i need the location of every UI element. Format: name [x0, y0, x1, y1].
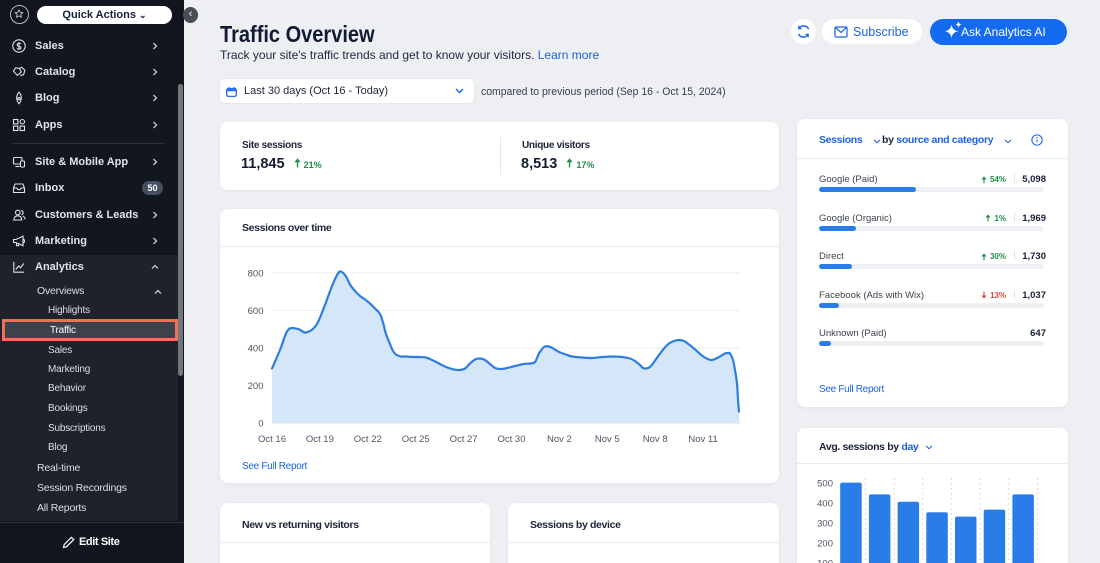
svg-text:Nov 5: Nov 5	[595, 434, 620, 445]
svg-text:400: 400	[248, 344, 264, 355]
svg-text:Oct 30: Oct 30	[498, 434, 526, 445]
svg-text:Nov 8: Nov 8	[643, 434, 668, 445]
svg-text:300: 300	[817, 519, 833, 530]
svg-text:600: 600	[248, 306, 264, 317]
svg-text:Oct 19: Oct 19	[306, 434, 334, 445]
svg-text:Oct 22: Oct 22	[354, 434, 382, 445]
svg-text:0: 0	[258, 419, 263, 430]
svg-text:Oct 16: Oct 16	[258, 434, 286, 445]
svg-text:Oct 25: Oct 25	[402, 434, 430, 445]
svg-text:Nov 2: Nov 2	[547, 434, 572, 445]
svg-text:100: 100	[817, 559, 833, 563]
svg-text:500: 500	[817, 479, 833, 490]
svg-text:800: 800	[248, 269, 264, 280]
svg-text:200: 200	[248, 381, 264, 392]
svg-text:Oct 27: Oct 27	[450, 434, 478, 445]
svg-text:200: 200	[817, 539, 833, 550]
svg-text:Nov 11: Nov 11	[688, 434, 717, 445]
svg-text:400: 400	[817, 499, 833, 510]
